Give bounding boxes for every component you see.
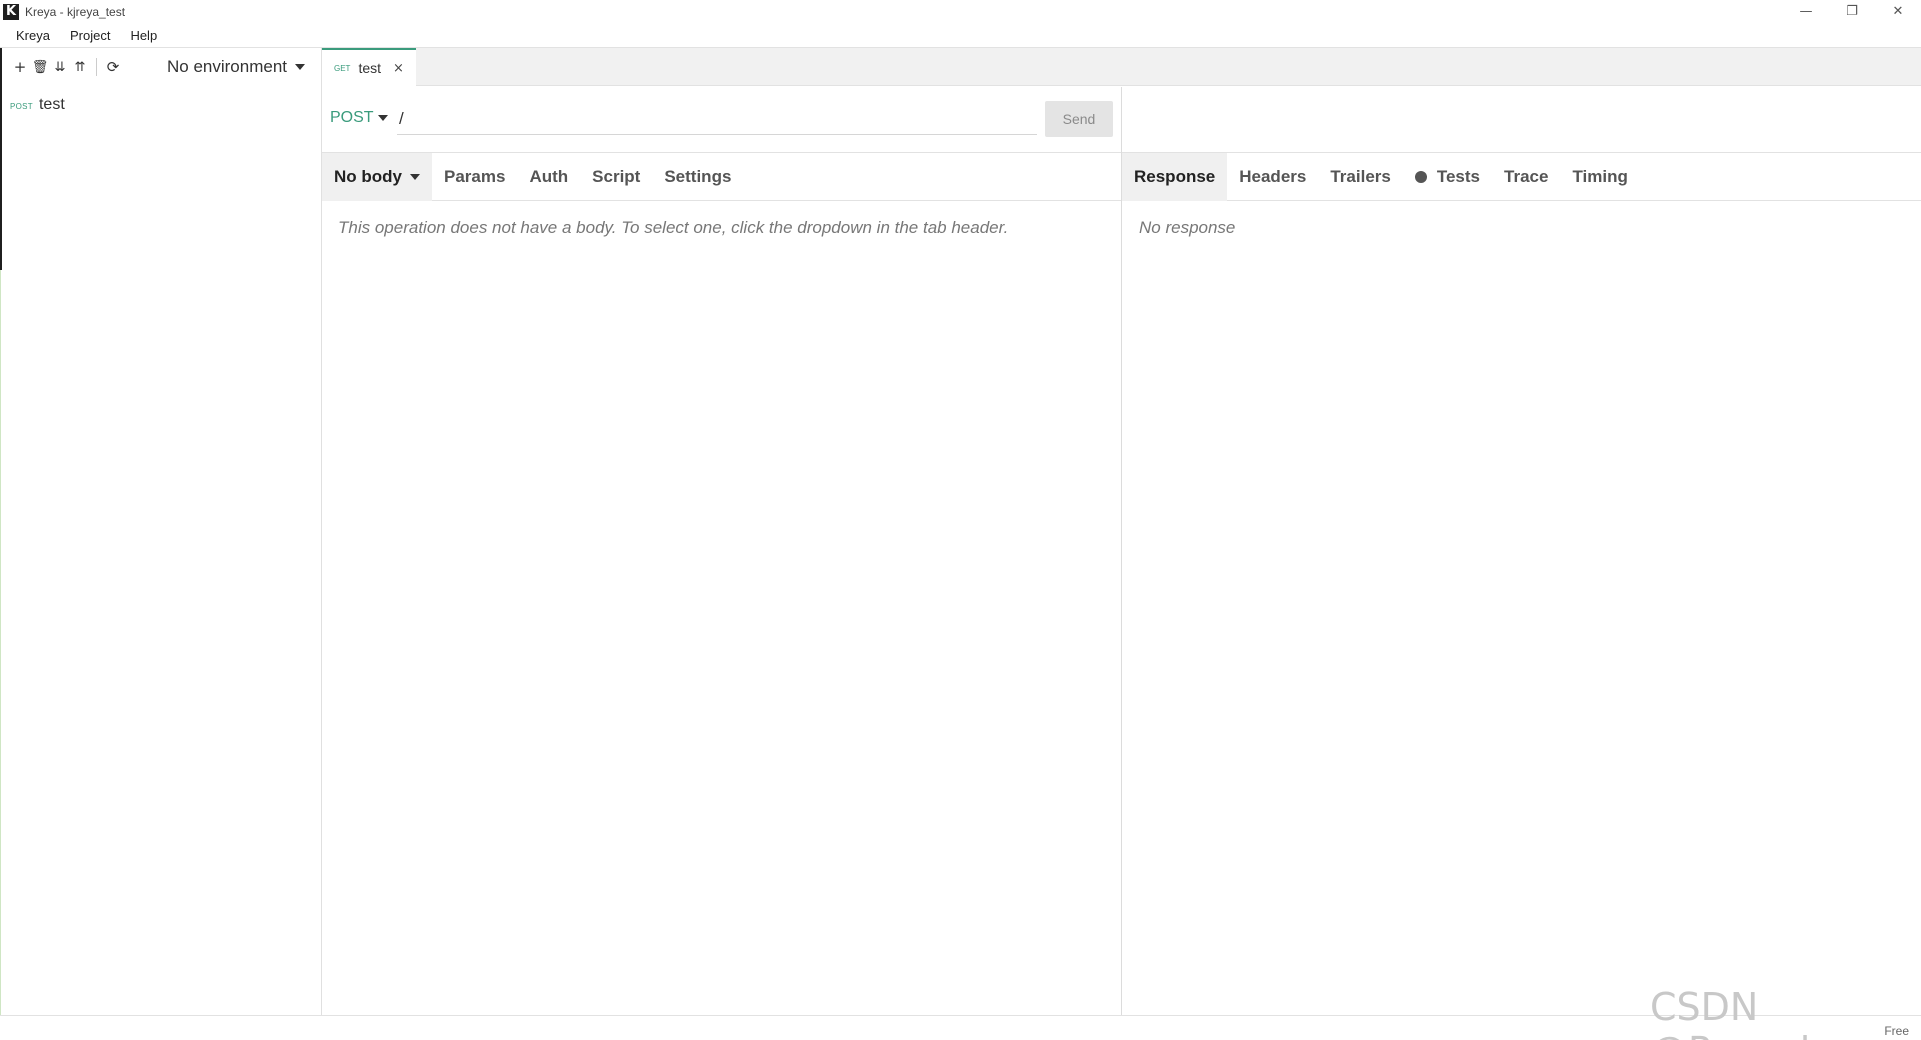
tree-item-label: test <box>38 96 65 113</box>
menu-kreya[interactable]: Kreya <box>8 28 58 43</box>
tab-params[interactable]: Params <box>432 153 517 201</box>
window-edge-lower <box>0 270 1 1015</box>
expand-all-icon[interactable]: ⇊ <box>50 57 70 77</box>
title-bar: K Kreya - kjreya_test — ❐ ✕ <box>0 0 1921 23</box>
add-icon[interactable]: + <box>10 57 30 77</box>
window-controls: — ❐ ✕ <box>1783 0 1921 23</box>
chevron-down-icon <box>410 173 420 180</box>
response-message: No response <box>1139 218 1236 237</box>
close-window-button[interactable]: ✕ <box>1875 0 1921 23</box>
window-title: Kreya - kjreya_test <box>25 4 126 19</box>
sidebar: + 🗑 ⇊ ⇈ ⟳ No environment POST test <box>0 48 322 1015</box>
response-header-area <box>1122 87 1921 153</box>
tab-bar: GET test × <box>322 48 1921 86</box>
close-icon[interactable]: × <box>393 61 404 76</box>
minimize-button[interactable]: — <box>1783 0 1829 23</box>
tab-auth[interactable]: Auth <box>517 153 580 201</box>
menu-help[interactable]: Help <box>122 28 165 43</box>
watermark: CSDN @Panesle <box>1650 985 1834 1040</box>
tab-trailers[interactable]: Trailers <box>1318 153 1403 201</box>
tab-timing[interactable]: Timing <box>1560 153 1639 201</box>
tab-label: test <box>358 60 382 76</box>
split-divider[interactable] <box>1121 87 1122 1015</box>
toolbar-divider <box>96 58 97 76</box>
chevron-down-icon <box>377 115 388 121</box>
environment-label: No environment <box>167 57 288 76</box>
url-input[interactable] <box>397 103 1037 135</box>
tab-test[interactable]: GET test × <box>322 48 416 86</box>
kreya-logo-icon: K <box>3 3 19 20</box>
tab-settings[interactable]: Settings <box>652 153 743 201</box>
request-bar: POST Send <box>322 87 1121 153</box>
tree-item[interactable]: POST test <box>0 96 321 114</box>
tab-script[interactable]: Script <box>580 153 652 201</box>
menu-project[interactable]: Project <box>62 28 118 43</box>
tab-tests-label: Tests <box>1436 166 1481 186</box>
response-tabs: Response Headers Trailers Tests Trace Ti… <box>1122 152 1921 201</box>
refresh-icon[interactable]: ⟳ <box>103 57 123 77</box>
tab-tests[interactable]: Tests <box>1403 153 1492 201</box>
trash-icon[interactable]: 🗑 <box>30 57 50 77</box>
tab-body[interactable]: No body <box>322 152 432 201</box>
maximize-button[interactable]: ❐ <box>1829 0 1875 23</box>
menu-bar: Kreya Project Help <box>0 23 1921 48</box>
method-badge: POST <box>10 102 33 111</box>
window-edge <box>0 48 2 270</box>
request-tabs: No body Params Auth Script Settings <box>322 152 1121 201</box>
tab-response[interactable]: Response <box>1122 152 1228 201</box>
tab-headers[interactable]: Headers <box>1227 153 1318 201</box>
sidebar-toolbar: + 🗑 ⇊ ⇈ ⟳ No environment <box>0 48 321 86</box>
status-bar: Free <box>0 1015 1921 1040</box>
request-body-message: This operation does not have a body. To … <box>338 218 1009 237</box>
environment-select[interactable]: No environment <box>167 57 306 77</box>
tab-body-label: No body <box>334 166 402 186</box>
collapse-all-icon[interactable]: ⇈ <box>70 57 90 77</box>
method-select[interactable]: POST <box>330 109 388 127</box>
chevron-down-icon <box>295 64 306 70</box>
tab-trace[interactable]: Trace <box>1492 153 1560 201</box>
send-button[interactable]: Send <box>1045 101 1113 137</box>
method-label: POST <box>330 109 374 126</box>
tab-method-badge: GET <box>334 63 351 73</box>
tests-status-dot-icon <box>1414 170 1427 183</box>
